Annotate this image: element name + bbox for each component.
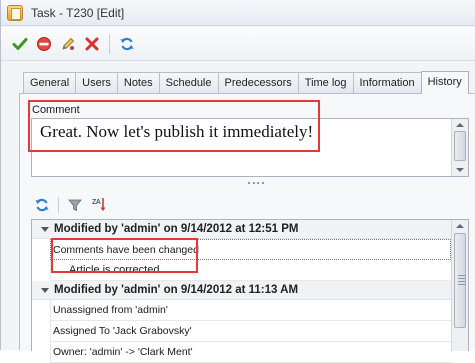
comment-field[interactable]: Great. Now let's publish it immediately! — [31, 118, 469, 177]
refresh-button[interactable] — [116, 33, 138, 55]
scroll-down-icon[interactable] — [456, 168, 464, 172]
svg-text:ZA: ZA — [92, 199, 101, 206]
task-window: Task - T230 [Edit] General Users Notes S… — [0, 0, 475, 363]
history-list-body: Modified by 'admin' on 9/14/2012 at 12:5… — [32, 220, 451, 363]
save-button[interactable] — [9, 33, 31, 55]
tab-schedule[interactable]: Schedule — [158, 72, 219, 94]
comment-value: Great. Now let's publish it immediately! — [40, 122, 314, 141]
scroll-up-icon[interactable] — [456, 123, 464, 127]
history-row[interactable]: Owner: 'admin' -> 'Clark Ment' — [50, 342, 451, 363]
collapse-icon[interactable] — [41, 227, 49, 232]
history-group-header[interactable]: Modified by 'admin' on 9/14/2012 at 11:1… — [32, 281, 451, 300]
history-row[interactable]: Comments have been changed — [50, 239, 451, 260]
history-group-title: Modified by 'admin' on 9/14/2012 at 12:5… — [54, 223, 299, 235]
cancel-button[interactable] — [33, 33, 55, 55]
history-row[interactable]: Assigned To 'Jack Grabovsky' — [50, 321, 451, 342]
check-icon — [12, 37, 28, 50]
tab-predecessors[interactable]: Predecessors — [217, 72, 299, 94]
history-refresh-button[interactable] — [32, 195, 52, 215]
history-row[interactable]: Unassigned from 'admin' — [50, 300, 451, 321]
tab-information[interactable]: Information — [352, 72, 422, 94]
history-tab-panel: Comment Great. Now let's publish it imme… — [19, 93, 475, 363]
no-entry-icon — [37, 36, 51, 51]
history-sort-button[interactable]: ZA — [89, 195, 109, 215]
history-scroll-thumb[interactable] — [454, 233, 466, 328]
tab-time-log[interactable]: Time log — [297, 72, 354, 94]
history-filter-button[interactable] — [65, 195, 85, 215]
tab-users[interactable]: Users — [75, 72, 118, 94]
history-group-title: Modified by 'admin' on 9/14/2012 at 11:1… — [54, 284, 299, 296]
history-group-header[interactable]: Modified by 'admin' on 9/14/2012 at 12:5… — [32, 220, 451, 239]
tab-notes[interactable]: Notes — [116, 72, 160, 94]
history-toolbar-separator — [58, 197, 59, 213]
tab-strip: General Users Notes Schedule Predecessor… — [23, 71, 469, 94]
collapse-icon[interactable] — [41, 288, 49, 293]
window-title: Task - T230 [Edit] — [31, 5, 125, 20]
tab-history[interactable]: History — [420, 71, 469, 94]
comment-scroll-thumb[interactable] — [454, 131, 466, 161]
title-bar: Task - T230 [Edit] — [1, 0, 475, 26]
history-row[interactable]: Article is corrected — [50, 260, 451, 281]
comment-label: Comment — [32, 104, 80, 116]
task-icon — [7, 4, 23, 21]
history-list[interactable]: Modified by 'admin' on 9/14/2012 at 12:5… — [31, 219, 469, 363]
refresh-icon — [35, 198, 49, 212]
pencil-icon — [62, 37, 75, 50]
toolbar — [1, 27, 475, 61]
history-scrollbar[interactable] — [451, 220, 468, 351]
edit-button[interactable] — [57, 33, 79, 55]
sort-za-icon: ZA — [92, 198, 106, 211]
scroll-up-icon[interactable] — [456, 224, 464, 228]
funnel-icon — [68, 199, 82, 212]
refresh-icon — [120, 37, 134, 50]
delete-button[interactable] — [81, 33, 103, 55]
splitter-grip[interactable] — [248, 182, 264, 186]
tab-general[interactable]: General — [23, 72, 77, 94]
toolbar-separator — [109, 33, 110, 54]
x-icon — [85, 37, 99, 50]
history-toolbar: ZA — [32, 195, 113, 215]
comment-scrollbar[interactable] — [451, 119, 468, 176]
